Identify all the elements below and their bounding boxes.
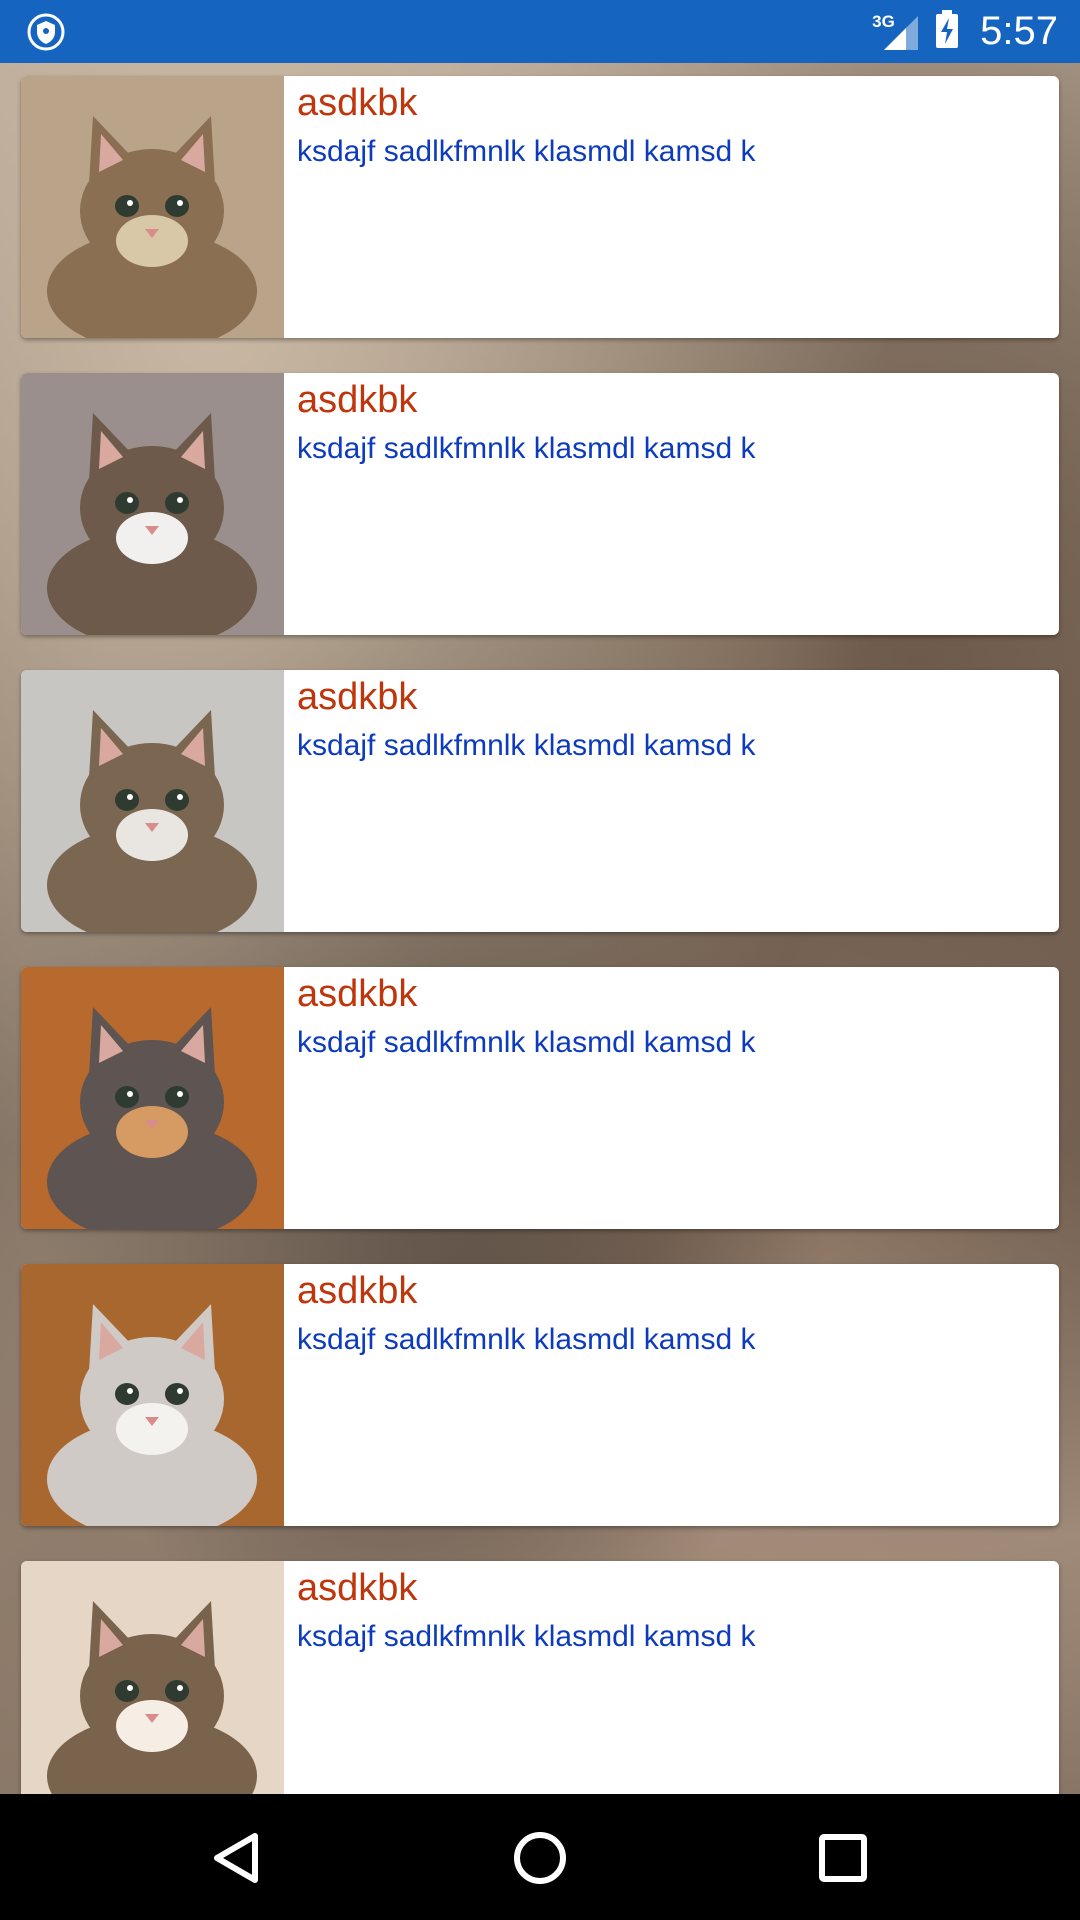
item-description: ksdajf sadlkfmnlk klasmdl kamsd k bbox=[297, 432, 756, 465]
item-description: ksdajf sadlkfmnlk klasmdl kamsd k bbox=[297, 1323, 756, 1356]
clock: 5:57 bbox=[980, 9, 1058, 53]
status-bar: 3G 5:57 bbox=[0, 0, 1080, 63]
kitten-list[interactable]: asdkbk ksdajf sadlkfmnlk klasmdl kamsd k… bbox=[21, 76, 1059, 1858]
kitten-thumbnail bbox=[21, 1561, 284, 1823]
item-title: asdkbk bbox=[297, 973, 418, 1015]
back-triangle-icon[interactable] bbox=[201, 1822, 273, 1894]
kitten-thumbnail bbox=[21, 967, 284, 1229]
list-item[interactable]: asdkbk ksdajf sadlkfmnlk klasmdl kamsd k bbox=[21, 1561, 1059, 1823]
list-item[interactable]: asdkbk ksdajf sadlkfmnlk klasmdl kamsd k bbox=[21, 670, 1059, 932]
kitten-thumbnail bbox=[21, 1264, 284, 1526]
kitten-thumbnail bbox=[21, 670, 284, 932]
item-title: asdkbk bbox=[297, 676, 418, 718]
navigation-bar bbox=[0, 1794, 1080, 1920]
item-description: ksdajf sadlkfmnlk klasmdl kamsd k bbox=[297, 729, 756, 762]
list-item[interactable]: asdkbk ksdajf sadlkfmnlk klasmdl kamsd k bbox=[21, 1264, 1059, 1526]
kitten-thumbnail bbox=[21, 76, 284, 338]
item-description: ksdajf sadlkfmnlk klasmdl kamsd k bbox=[297, 1026, 756, 1059]
kitten-thumbnail bbox=[21, 373, 284, 635]
list-item[interactable]: asdkbk ksdajf sadlkfmnlk klasmdl kamsd k bbox=[21, 967, 1059, 1229]
list-item[interactable]: asdkbk ksdajf sadlkfmnlk klasmdl kamsd k bbox=[21, 76, 1059, 338]
list-item[interactable]: asdkbk ksdajf sadlkfmnlk klasmdl kamsd k bbox=[21, 373, 1059, 635]
recents-square-icon[interactable] bbox=[807, 1822, 879, 1894]
item-title: asdkbk bbox=[297, 379, 418, 421]
home-circle-icon[interactable] bbox=[504, 1822, 576, 1894]
item-description: ksdajf sadlkfmnlk klasmdl kamsd k bbox=[297, 135, 756, 168]
item-title: asdkbk bbox=[297, 1270, 418, 1312]
cell-signal-icon: 3G bbox=[872, 12, 920, 52]
item-title: asdkbk bbox=[297, 82, 418, 124]
item-description: ksdajf sadlkfmnlk klasmdl kamsd k bbox=[297, 1620, 756, 1653]
item-title: asdkbk bbox=[297, 1567, 418, 1609]
battery-charging-icon bbox=[934, 9, 960, 54]
vpn-shield-icon bbox=[26, 12, 66, 52]
